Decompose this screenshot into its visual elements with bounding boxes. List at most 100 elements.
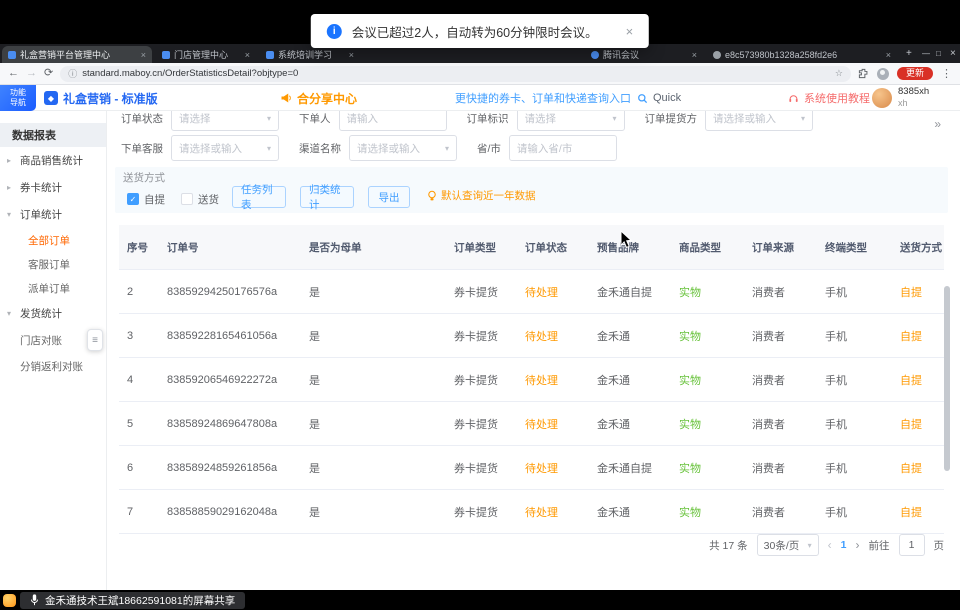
sidebar-item-card-stats[interactable]: ▸ 券卡统计	[0, 174, 106, 201]
update-button[interactable]: 更新	[897, 67, 933, 80]
table-cell: 2	[119, 270, 159, 313]
site-info-icon[interactable]: ⓘ	[68, 67, 77, 80]
table-cell: 实物	[671, 446, 744, 489]
user-menu[interactable]: 8385xh xh	[872, 85, 929, 111]
taskbar-app-icon[interactable]	[3, 594, 16, 607]
tab-meeting[interactable]: 腾讯会议 ×	[585, 46, 703, 63]
sidebar-subitem-dispatch-orders[interactable]: 派单订单	[0, 276, 106, 300]
sidebar-item-order-stats[interactable]: ▾ 订单统计	[0, 201, 106, 228]
table-cell: 83858924869647808a	[159, 402, 301, 445]
placeholder-text: 请输入省/市	[517, 141, 609, 156]
sidebar-item-label: 券卡统计	[20, 180, 62, 195]
tab-close-icon[interactable]: ×	[886, 50, 891, 60]
back-icon[interactable]: ←	[8, 68, 19, 79]
tab-training[interactable]: 系统培训学习 ×	[260, 46, 360, 63]
table-cell: 是	[301, 314, 446, 357]
quick-search[interactable]: Quick	[637, 85, 681, 111]
service-agent-select[interactable]: 请选择或输入 ▾	[171, 135, 279, 161]
filter-service-agent: 下单客服 请选择或输入 ▾	[121, 135, 279, 161]
table-scrollbar-thumb[interactable]	[944, 286, 950, 471]
table-cell: 自提	[892, 358, 944, 401]
share-center-link[interactable]: 合分享中心	[280, 85, 357, 111]
profile-avatar[interactable]	[877, 68, 889, 80]
table-cell: 手机	[817, 402, 892, 445]
table-row[interactable]: 383859228165461056a是券卡提货待处理金禾通实物消费者手机自提	[119, 314, 944, 358]
close-button[interactable]: ×	[950, 47, 956, 60]
nav-toggle-button[interactable]: 功能 导航	[0, 85, 36, 111]
table-cell: 消费者	[744, 270, 817, 313]
order-status-select[interactable]: 请选择 ▾	[171, 111, 279, 131]
table-row[interactable]: 483859206546922272a是券卡提货待处理金禾通实物消费者手机自提	[119, 358, 944, 402]
buyer-input[interactable]: 请输入	[339, 111, 447, 131]
next-page-icon[interactable]: ›	[856, 538, 860, 552]
page-size-select[interactable]: 30条/页 ▾	[757, 534, 819, 556]
column-header: 订单号	[159, 225, 301, 269]
delivery-option-pickup[interactable]: ✓ 自提	[127, 188, 165, 210]
export-button[interactable]: 导出	[368, 186, 410, 208]
address-input[interactable]: ⓘ standard.maboy.cn/OrderStatisticsDetai…	[60, 66, 851, 82]
sidebar-subitem-rebate-reconcile[interactable]: 分销返利对账	[0, 353, 106, 379]
forward-icon[interactable]: →	[26, 68, 37, 79]
sidebar-item-shipping-stats[interactable]: ▾ 发货统计	[0, 300, 106, 327]
tab-store-admin[interactable]: 门店管理中心 ×	[156, 46, 256, 63]
pickup-party-select[interactable]: 请选择或输入 ▾	[705, 111, 813, 131]
sidebar-subitem-service-orders[interactable]: 客服订单	[0, 252, 106, 276]
prev-page-icon[interactable]: ‹	[828, 538, 832, 552]
filter-label: 下单客服	[121, 141, 163, 156]
orders-table: 序号订单号是否为母单订单类型订单状态预售品牌商品类型订单来源终端类型送货方式 2…	[119, 225, 944, 534]
table-row[interactable]: 783858859029162048a是券卡提货待处理金禾通实物消费者手机自提	[119, 490, 944, 534]
extensions-icon[interactable]	[858, 68, 869, 79]
table-cell: 5	[119, 402, 159, 445]
sidebar-collapse-handle[interactable]: ≡	[87, 329, 103, 351]
table-cell: 待处理	[517, 446, 589, 489]
page-number-current[interactable]: 1	[841, 539, 847, 551]
filter-channel: 渠道名称 请选择或输入 ▾	[299, 135, 457, 161]
screen-share-pill: 金禾通技术王斌18662591081的屏幕共享	[20, 592, 245, 609]
tab-close-icon[interactable]: ×	[245, 50, 250, 60]
browser-actions: 更新 ⋮	[858, 67, 952, 80]
column-header: 是否为母单	[301, 225, 446, 269]
filters-collapse-icon[interactable]: »	[934, 117, 940, 131]
group-stats-button[interactable]: 归类统计	[300, 186, 354, 208]
table-row[interactable]: 283859294250176576a是券卡提货待处理金禾通自提实物消费者手机自…	[119, 270, 944, 314]
table-row[interactable]: 683858924859261856a是券卡提货待处理金禾通自提实物消费者手机自…	[119, 446, 944, 490]
tab-close-icon[interactable]: ×	[141, 50, 146, 60]
minimize-button[interactable]: —	[922, 47, 930, 60]
tutorial-link[interactable]: 系统使用教程	[788, 85, 870, 111]
table-cell: 6	[119, 446, 159, 489]
sidebar-item-product-sales[interactable]: ▸ 商品销售统计	[0, 147, 106, 174]
bookmark-star-icon[interactable]: ☆	[835, 68, 843, 79]
main-content: 订单状态 请选择 ▾ 下单人 请输入 订单标识	[107, 111, 960, 590]
toast-close-icon[interactable]: ×	[626, 24, 634, 39]
table-cell: 待处理	[517, 358, 589, 401]
province-city-input[interactable]: 请输入省/市	[509, 135, 617, 161]
quick-entry-link[interactable]: 更快捷的券卡、订单和快递查询入口	[455, 85, 631, 111]
browser-menu-icon[interactable]: ⋮	[941, 67, 952, 80]
maximize-button[interactable]: □	[936, 47, 941, 60]
lightbulb-icon	[427, 190, 437, 202]
tab-gift-admin[interactable]: 礼盒营销平台管理中心 ×	[2, 46, 152, 63]
table-cell: 自提	[892, 314, 944, 357]
tab-close-icon[interactable]: ×	[692, 50, 697, 60]
tab-close-icon[interactable]: ×	[349, 50, 354, 60]
goto-label: 前往	[869, 538, 890, 553]
table-body: 283859294250176576a是券卡提货待处理金禾通自提实物消费者手机自…	[119, 270, 944, 534]
chevron-down-icon: ▾	[612, 114, 616, 123]
channel-select[interactable]: 请选择或输入 ▾	[349, 135, 457, 161]
table-cell: 4	[119, 358, 159, 401]
reload-icon[interactable]: ⟳	[44, 68, 53, 79]
delivery-option-delivery[interactable]: 送货	[181, 188, 219, 210]
order-tag-select[interactable]: 请选择 ▾	[517, 111, 625, 131]
user-name-text: 8385xh	[898, 86, 929, 97]
megaphone-icon	[280, 92, 292, 104]
tab-hex[interactable]: e8c573980b1328a258fd2e6 ×	[707, 46, 897, 63]
filter-label: 订单状态	[121, 111, 163, 126]
table-row[interactable]: 583858924869647808a是券卡提货待处理金禾通实物消费者手机自提	[119, 402, 944, 446]
checkbox-label: 送货	[198, 192, 219, 207]
task-list-button[interactable]: 任务列表	[232, 186, 286, 208]
new-tab-button[interactable]: +	[906, 47, 912, 60]
sidebar-subitem-all-orders[interactable]: 全部订单	[0, 228, 106, 252]
goto-page-input[interactable]	[899, 534, 925, 556]
chevron-down-icon: ▾	[445, 144, 449, 153]
table-cell: 券卡提货	[446, 314, 517, 357]
